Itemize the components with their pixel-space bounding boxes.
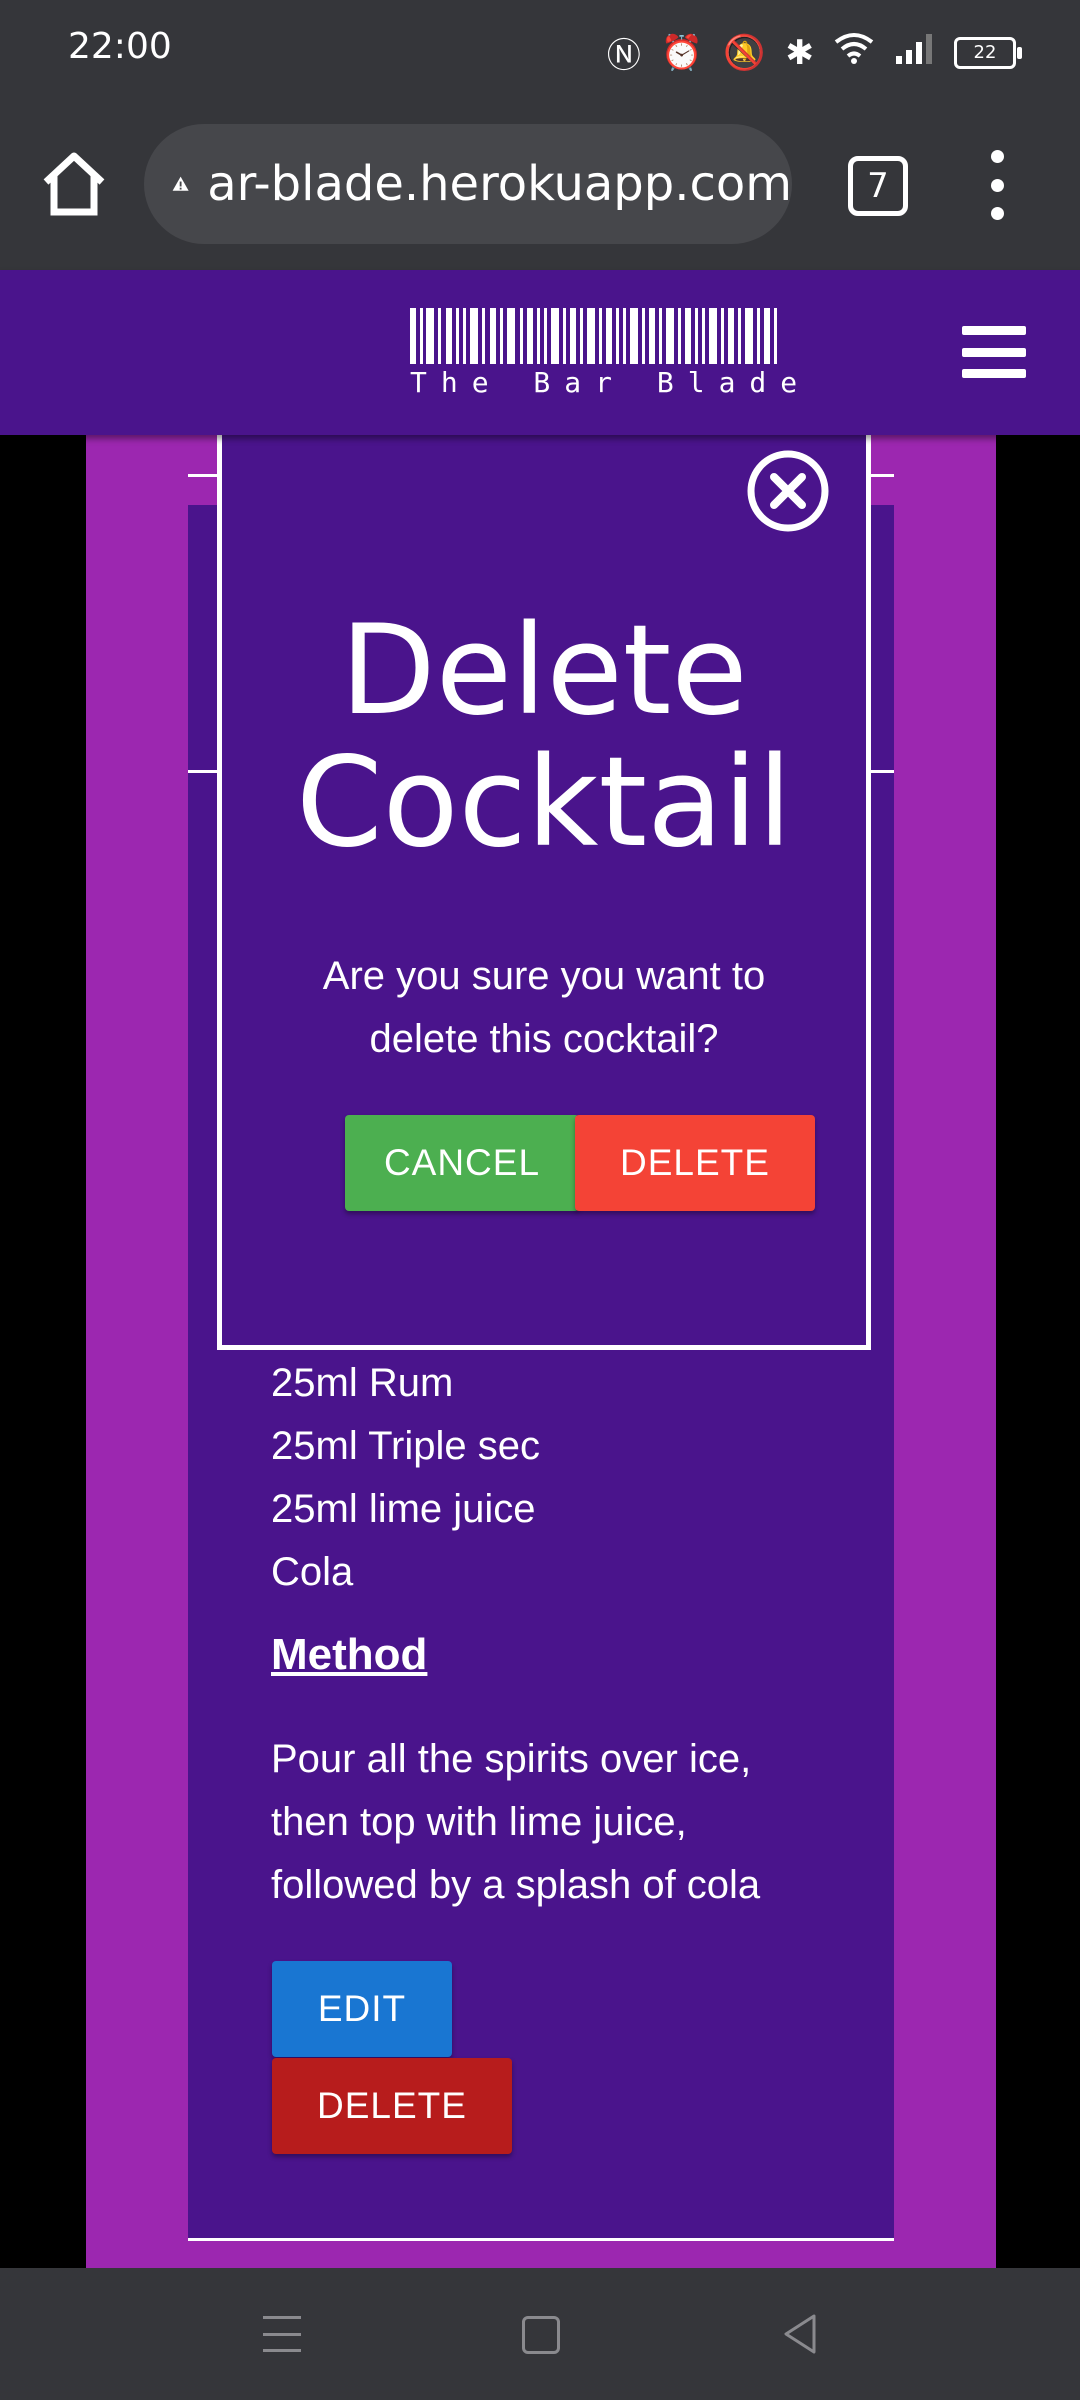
modal-title-line: Cocktail [296,731,792,875]
barcode-icon [410,308,777,364]
modal-message: Are you sure you want to delete this coc… [322,954,766,1061]
brand-logo[interactable]: The Bar Blade [410,308,812,399]
delete-cocktail-modal: Delete Cocktail Are you sure you want to… [217,435,871,1350]
close-icon[interactable] [746,449,830,533]
url-text[interactable]: ar-blade.herokuapp.com [207,156,792,212]
brand-name: The Bar Blade [410,366,812,399]
address-bar[interactable]: ar-blade.herokuapp.com [144,124,792,244]
wifi-icon [834,32,874,73]
status-bar: 22:00 Ⓝ ⏰ 🔕 ✱ 22 [0,0,1080,100]
home-nav-icon[interactable] [522,2316,560,2354]
tab-switcher-button[interactable]: 7 [848,156,908,216]
ingredient-item: 25ml Triple sec [271,1424,540,1468]
ingredient-item: 25ml Rum [271,1361,454,1405]
recent-apps-icon[interactable] [263,2316,301,2352]
status-icons: Ⓝ ⏰ 🔕 ✱ 22 [606,28,1022,77]
signal-icon [894,32,934,73]
confirm-delete-button[interactable]: DELETE [575,1115,815,1211]
nfc-icon: Ⓝ [606,36,641,76]
ingredient-list: 25ml Rum 25ml Triple sec 25ml lime juice… [271,1352,540,1604]
method-text: Pour all the spirits over ice, then top … [271,1737,761,1907]
more-options-icon[interactable] [982,150,1012,220]
mute-icon: 🔕 [723,32,766,73]
bluetooth-icon: ✱ [785,32,815,73]
status-time: 22:00 [68,26,172,67]
home-icon[interactable] [38,148,110,220]
browser-toolbar: ar-blade.herokuapp.com 7 [0,100,1080,270]
edit-button[interactable]: EDIT [272,1961,452,2057]
system-nav-bar [0,2268,1080,2400]
hamburger-menu-icon[interactable] [962,326,1026,378]
alarm-icon: ⏰ [660,32,704,73]
modal-title: Delete Cocktail [222,605,866,869]
back-icon[interactable] [780,2312,820,2356]
battery-level: 22 [973,42,997,63]
site-navbar: The Bar Blade [0,270,1080,435]
warning-icon[interactable] [172,156,189,212]
battery-icon: 22 [954,36,1022,69]
ingredient-item: 25ml lime juice [271,1487,536,1531]
delete-button[interactable]: DELETE [272,2058,512,2154]
modal-title-line: Delete [340,599,748,743]
method-heading: Method [271,1630,428,1679]
cancel-button[interactable]: CANCEL [345,1115,579,1211]
ingredient-item: Cola [271,1550,354,1594]
